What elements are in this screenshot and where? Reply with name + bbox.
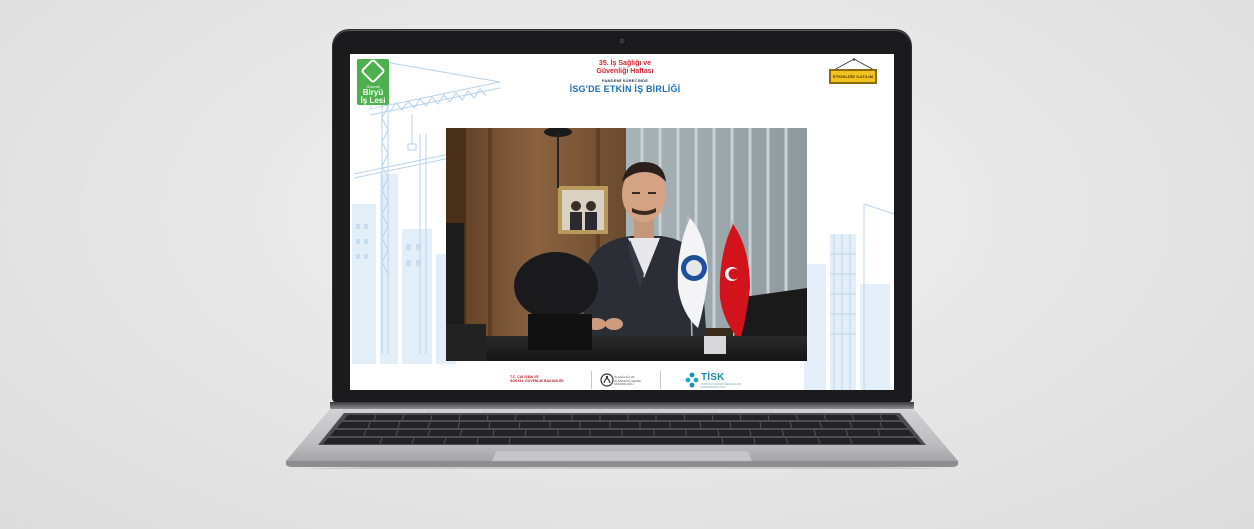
webcam-icon [619,38,625,44]
event-title-block: 35. İş Sağlığı ve Güvenliği Haftası PAND… [530,60,720,94]
footer-divider [591,371,592,389]
guvenli-is-logo: Güvenli Biryü İş Lesi Türkiye [357,58,389,110]
tisk-logo-icon [685,372,699,388]
ministry-emblem-icon [600,373,614,387]
video-conference-frame [446,128,807,361]
isg-directorate-logo: İŞ SAĞLIĞI VE GÜVENLİĞİ GENEL MÜDÜRLÜĞÜ [600,371,650,389]
ministry-logo: T.C. ÇALIŞMA VE SOSYAL GÜVENLİK BAKANLIĞ… [510,375,580,383]
logo-line-3: İş Lesi [360,96,386,105]
event-headline: İSG'DE ETKİN İŞ BİRLİĞİ [569,84,681,94]
tisk-name: TİSK [701,372,725,383]
event-title-line-2: Güvenliği Haftası [596,68,654,75]
footer-divider [660,371,661,389]
laptop-mockup: Güvenli Biryü İş Lesi Türkiye 35. İş Sağ… [0,0,1254,529]
laptop-screen: Güvenli Biryü İş Lesi Türkiye 35. İş Sağ… [350,54,894,390]
tisk-subtitle: TÜRKİYE İŞVEREN SENDİKALARI KONFEDERASYO… [701,383,741,389]
laptop-keyboard-base [286,409,958,469]
hanging-sign-icon: ETKİNLİĞE KATILIM [826,58,882,92]
ministry-line-2: SOSYAL GÜVENLİK BAKANLIĞI [510,379,564,383]
isg-directorate-line-2: GÜVENLİĞİ GENEL MÜDÜRLÜĞÜ [614,378,642,386]
laptop-lid: Güvenli Biryü İş Lesi Türkiye 35. İş Sağ… [333,30,911,402]
isg-directorate-text: İŞ SAĞLIĞI VE GÜVENLİĞİ GENEL MÜDÜRLÜĞÜ [614,375,650,387]
sign-board: ETKİNLİĞE KATILIM [829,69,877,84]
speaker-video-feed [446,128,807,361]
tisk-logo: TİSK TÜRKİYE İŞVEREN SENDİKALARI KONFEDE… [685,371,745,389]
logo-line-4: Türkiye [366,105,380,110]
logo-mark-icon [360,58,386,84]
event-title-line-1: 35. İş Sağlığı ve [598,60,652,67]
sponsor-footer: T.C. ÇALIŞMA VE SOSYAL GÜVENLİK BAKANLIĞ… [350,363,894,390]
sign-text: ETKİNLİĞE KATILIM [832,74,874,79]
